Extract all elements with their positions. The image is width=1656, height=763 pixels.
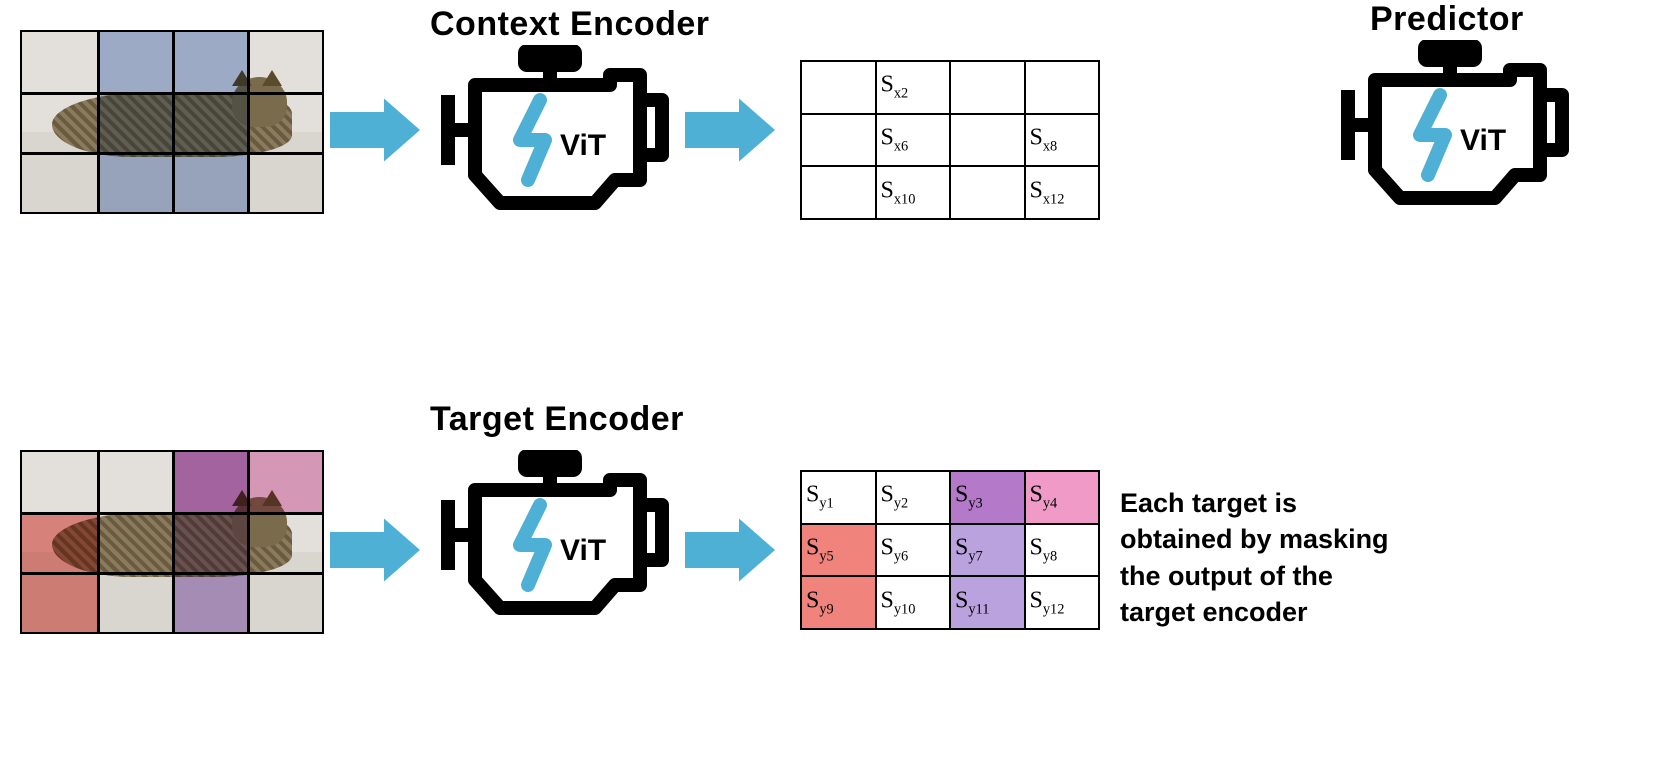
predictor-title: Predictor	[1370, 0, 1524, 39]
cell-sy1: Sy1	[806, 482, 834, 513]
context-encoder-engine: ViT	[440, 45, 670, 215]
cell-sx10: Sx10	[881, 177, 916, 208]
arrow-icon	[685, 95, 775, 165]
vit-label: ViT	[560, 534, 606, 567]
target-mask-red	[22, 512, 97, 632]
target-encoder-engine: ViT	[440, 450, 670, 620]
cell-sy6: Sy6	[881, 535, 909, 566]
diagram-stage: Context Encoder ViT	[0, 0, 1656, 763]
context-output-grid: Sx2 Sx6 Sx8 Sx10 Sx12	[800, 60, 1100, 220]
cell-sy4: Sy4	[1030, 482, 1058, 513]
cell-sy2: Sy2	[881, 482, 909, 513]
target-input-image	[20, 450, 324, 634]
annot-line2: obtained by masking	[1120, 521, 1640, 557]
annot-line3: the output of the	[1120, 558, 1640, 594]
cell-sy11: Sy11	[955, 587, 989, 618]
cell-sx8: Sx8	[1030, 125, 1058, 156]
target-annotation: Each target is obtained by masking the o…	[1120, 485, 1640, 631]
vit-label: ViT	[1460, 124, 1506, 157]
cell-sy5: Sy5	[806, 535, 834, 566]
annot-line1: Each target is	[1120, 485, 1640, 521]
cell-sy12: Sy12	[1030, 587, 1065, 618]
arrow-icon	[685, 515, 775, 585]
cell-sx2: Sx2	[881, 72, 909, 103]
arrow-icon	[330, 515, 420, 585]
cell-sy10: Sy10	[881, 587, 916, 618]
cell-sy3: Sy3	[955, 482, 983, 513]
arrow-icon	[330, 95, 420, 165]
cell-sy7: Sy7	[955, 535, 983, 566]
cell-sy8: Sy8	[1030, 535, 1058, 566]
annot-line4: target encoder	[1120, 594, 1640, 630]
cell-sy9: Sy9	[806, 587, 834, 618]
vit-label: ViT	[560, 129, 606, 162]
cell-sx12: Sx12	[1030, 177, 1065, 208]
target-mask-pink	[172, 452, 322, 512]
cell-sx6: Sx6	[881, 125, 909, 156]
target-encoder-title: Target Encoder	[430, 400, 684, 439]
predictor-engine: ViT	[1340, 40, 1570, 210]
context-encoder-title: Context Encoder	[430, 5, 710, 44]
context-input-image	[20, 30, 324, 214]
target-output-grid: Sy1 Sy2 Sy3 Sy4 Sy5 Sy6 Sy7 Sy8 Sy9 Sy10…	[800, 470, 1100, 630]
context-mask-overlay	[97, 32, 247, 212]
